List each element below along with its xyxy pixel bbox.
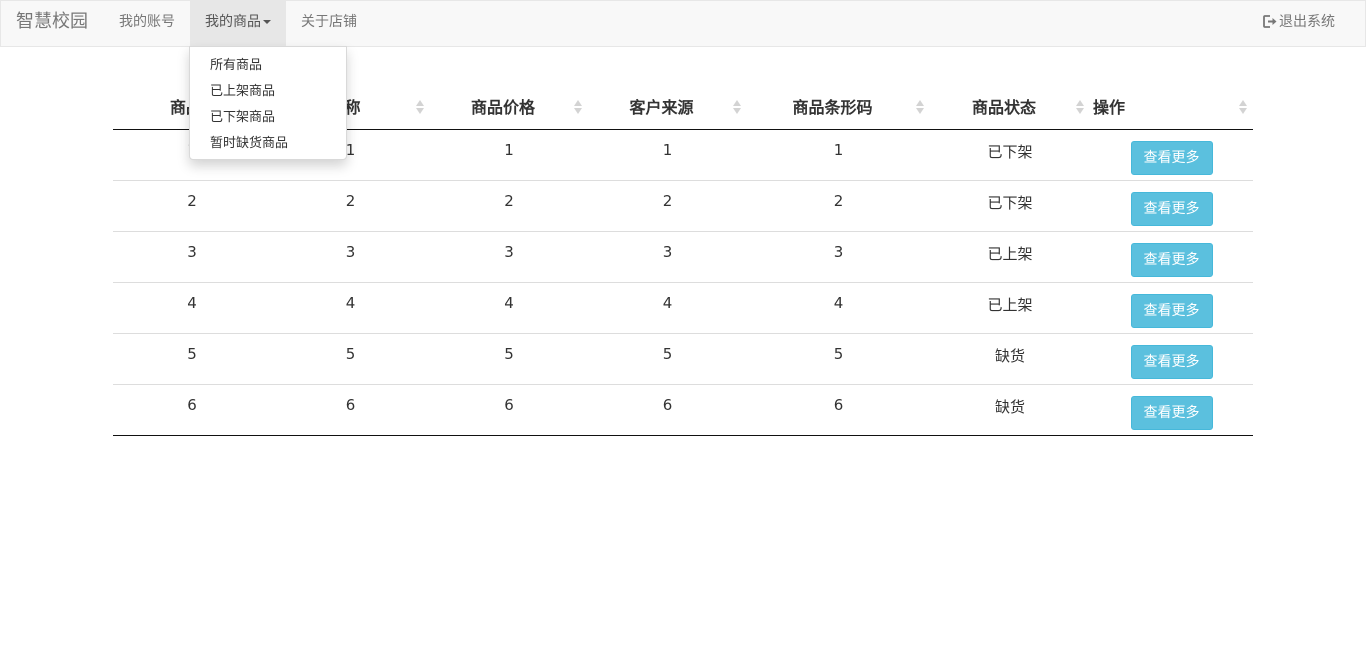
cell-name: 3 (271, 230, 430, 282)
cell-source: 3 (588, 230, 747, 282)
cell-source: 6 (588, 383, 747, 436)
table-row: 2 2 2 2 2 已下架 查看更多 (113, 179, 1253, 231)
cell-source: 5 (588, 332, 747, 384)
column-header-price[interactable]: 商品价格 (430, 84, 588, 130)
cell-id: 4 (113, 281, 271, 333)
column-header-source[interactable]: 客户来源 (588, 84, 747, 130)
dropdown-item-off-shelf[interactable]: 已下架商品 (190, 105, 346, 131)
cell-source: 4 (588, 281, 747, 333)
cell-actions: 查看更多 (1090, 383, 1253, 436)
cell-id: 6 (113, 383, 271, 436)
cell-name: 4 (271, 281, 430, 333)
cell-price: 3 (430, 230, 588, 282)
dropdown-item-on-shelf[interactable]: 已上架商品 (190, 79, 346, 105)
logout-button[interactable]: 退出系统 (1263, 1, 1350, 46)
cell-barcode: 5 (747, 332, 930, 384)
cell-status: 已上架 (930, 281, 1090, 333)
log-out-icon (1263, 15, 1277, 28)
table-row: 5 5 5 5 5 缺货 查看更多 (113, 332, 1253, 384)
view-more-button[interactable]: 查看更多 (1130, 242, 1213, 277)
cell-price: 1 (504, 140, 514, 159)
table-row: 3 3 3 3 3 已上架 查看更多 (113, 230, 1253, 282)
sort-both-icon (733, 100, 741, 114)
cell-status: 缺货 (930, 332, 1090, 384)
sort-both-icon (574, 100, 582, 114)
cell-name: 6 (271, 383, 430, 436)
nav-my-products[interactable]: 我的商品 (190, 1, 286, 46)
cell-price: 4 (430, 281, 588, 333)
cell-actions: 查看更多 (1090, 281, 1253, 333)
cell-name: 5 (271, 332, 430, 384)
cell-status: 缺货 (930, 383, 1090, 436)
column-header-label: 商品状态 (971, 98, 1036, 118)
dropdown-item-all-products[interactable]: 所有商品 (190, 53, 346, 79)
cell-source: 2 (588, 179, 747, 231)
column-header-actions[interactable]: 操作 (1090, 84, 1253, 130)
cell-source: 1 (662, 140, 673, 159)
cell-price: 5 (430, 332, 588, 384)
cell-id: 3 (113, 230, 271, 282)
cell-status: 已下架 (987, 142, 1033, 161)
caret-down-icon (263, 20, 271, 24)
cell-actions: 查看更多 (1090, 230, 1253, 282)
cell-barcode: 3 (747, 230, 930, 282)
dropdown-item-out-of-stock[interactable]: 暂时缺货商品 (190, 131, 346, 157)
cell-price: 2 (430, 179, 588, 231)
nav-my-account[interactable]: 我的账号 (104, 1, 190, 46)
sort-both-icon (416, 100, 424, 114)
top-navbar: 智慧校园 我的账号 我的商品 关于店铺 退出系统 (0, 0, 1366, 47)
cell-price: 6 (430, 383, 588, 436)
column-header-label: 商品条形码 (792, 98, 873, 118)
sort-both-icon (1076, 100, 1084, 114)
sort-both-icon (1239, 100, 1247, 114)
nav-my-products-label: 我的商品 (205, 14, 261, 30)
view-more-button[interactable]: 查看更多 (1130, 191, 1213, 226)
view-more-button[interactable]: 查看更多 (1130, 344, 1213, 379)
brand-logo[interactable]: 智慧校园 (16, 1, 88, 46)
cell-name: 2 (271, 179, 430, 231)
column-header-status[interactable]: 商品状态 (930, 84, 1090, 130)
view-more-button[interactable]: 查看更多 (1130, 293, 1213, 328)
cell-actions: 查看更多 (1090, 129, 1253, 180)
cell-barcode: 2 (747, 179, 930, 231)
nav-about-shop[interactable]: 关于店铺 (286, 1, 372, 46)
cell-barcode: 4 (747, 281, 930, 333)
cell-id: 2 (113, 179, 271, 231)
cell-barcode: 6 (747, 383, 930, 436)
column-header-label: 商品价格 (470, 98, 535, 118)
table-row: 6 6 6 6 6 缺货 查看更多 (113, 383, 1253, 436)
products-dropdown-menu: 所有商品 已上架商品 已下架商品 暂时缺货商品 (189, 46, 347, 160)
table-row: 4 4 4 4 4 已上架 查看更多 (113, 281, 1253, 333)
logout-label: 退出系统 (1279, 14, 1335, 30)
cell-status: 已下架 (930, 179, 1090, 231)
column-header-barcode[interactable]: 商品条形码 (747, 84, 930, 130)
cell-barcode: 1 (833, 140, 844, 159)
view-more-button[interactable]: 查看更多 (1130, 140, 1213, 175)
cell-actions: 查看更多 (1090, 332, 1253, 384)
cell-status: 已上架 (930, 230, 1090, 282)
cell-id: 5 (113, 332, 271, 384)
cell-actions: 查看更多 (1090, 179, 1253, 231)
sort-both-icon (916, 100, 924, 114)
column-header-label: 操作 (1093, 98, 1126, 118)
column-header-label: 客户来源 (629, 98, 694, 118)
view-more-button[interactable]: 查看更多 (1130, 395, 1213, 430)
